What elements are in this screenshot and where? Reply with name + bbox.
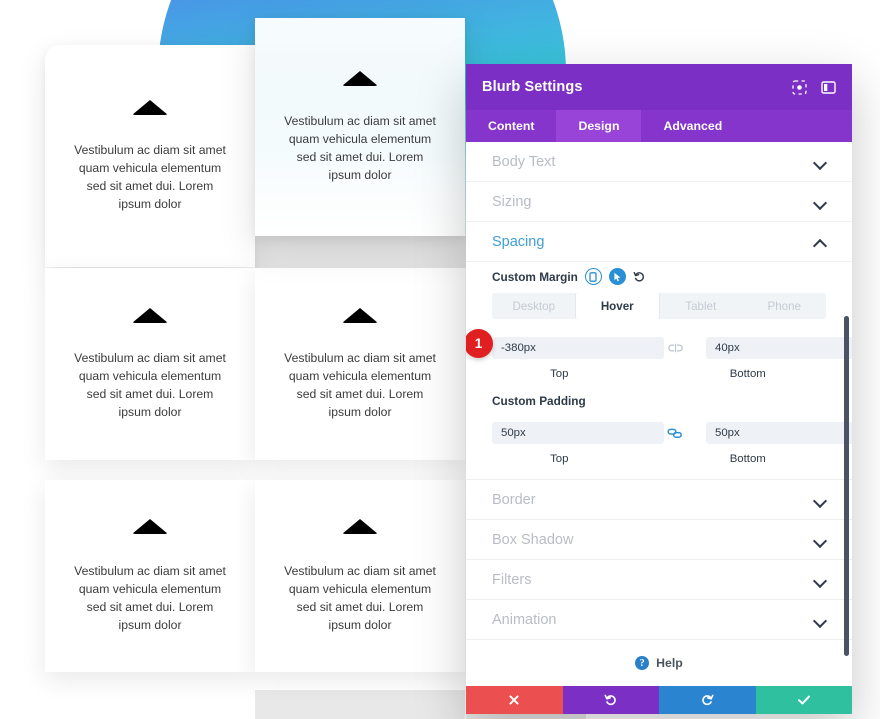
padding-top-input[interactable] xyxy=(492,422,664,444)
blurb-settings-modal: Blurb Settings Content Design Advanced B… xyxy=(466,64,852,714)
padding-bottom-input[interactable] xyxy=(706,422,852,444)
modal-footer xyxy=(466,686,852,714)
margin-bottom-label: Bottom xyxy=(729,368,766,380)
device-tab-tablet[interactable]: Tablet xyxy=(659,293,743,319)
triangle-up-icon xyxy=(132,518,168,534)
undo-icon xyxy=(604,694,616,706)
custom-margin-label: Custom Margin xyxy=(492,269,578,284)
section-label: Sizing xyxy=(492,193,532,210)
link-icon[interactable] xyxy=(664,428,686,439)
chevron-down-icon xyxy=(814,616,826,624)
redo-button[interactable] xyxy=(659,686,756,714)
backdrop-plate xyxy=(255,690,465,719)
blurb-card-text: Vestibulum ac diam sit amet quam vehicul… xyxy=(284,563,436,632)
responsive-device-icon[interactable] xyxy=(584,268,602,285)
tab-design[interactable]: Design xyxy=(556,110,642,142)
blurb-card-text: Vestibulum ac diam sit amet quam vehicul… xyxy=(284,350,436,419)
tab-advanced[interactable]: Advanced xyxy=(641,110,744,142)
cancel-button[interactable] xyxy=(466,686,563,714)
device-tab-phone[interactable]: Phone xyxy=(743,293,827,319)
custom-margin-fields: 1 -380px 40px Top Bottom xyxy=(466,329,852,380)
section-label: Animation xyxy=(492,611,557,628)
tab-content[interactable]: Content xyxy=(466,110,556,142)
custom-margin-header: Custom Margin xyxy=(492,262,826,293)
blurb-card[interactable]: Vestibulum ac diam sit amet quam vehicul… xyxy=(45,45,255,267)
modal-title-actions xyxy=(792,79,836,95)
section-label: Body Text xyxy=(492,153,556,170)
blurb-card[interactable]: Vestibulum ac diam sit amet quam vehicul… xyxy=(255,268,465,460)
step-badge-1: 1 xyxy=(466,329,493,358)
blurb-card-hovered[interactable]: Vestibulum ac diam sit amet quam vehicul… xyxy=(255,18,465,236)
section-box-shadow[interactable]: Box Shadow xyxy=(466,520,852,560)
margin-top-input[interactable] xyxy=(492,337,664,359)
section-label: Box Shadow xyxy=(492,531,574,548)
close-icon xyxy=(509,695,519,705)
device-tab-hover[interactable]: Hover xyxy=(575,293,659,319)
margin-bottom-input[interactable] xyxy=(706,337,852,359)
unlink-icon[interactable] xyxy=(664,343,686,353)
hover-cursor-icon[interactable] xyxy=(608,268,626,285)
modal-scrollbar-track[interactable] xyxy=(841,314,852,658)
device-tab-desktop[interactable]: Desktop xyxy=(492,293,576,319)
expand-icon[interactable] xyxy=(792,79,807,95)
chevron-down-icon xyxy=(814,198,826,206)
custom-padding-fields: Top Bottom xyxy=(492,418,852,465)
chevron-down-icon xyxy=(814,158,826,166)
chevron-down-icon xyxy=(814,536,826,544)
save-button[interactable] xyxy=(755,686,852,714)
chevron-up-icon xyxy=(814,238,826,246)
triangle-up-icon xyxy=(342,307,378,323)
chevron-down-icon xyxy=(814,496,826,504)
blurb-card-text: Vestibulum ac diam sit amet quam vehicul… xyxy=(74,563,226,632)
section-spacing[interactable]: Spacing xyxy=(466,222,852,262)
triangle-up-icon xyxy=(342,518,378,534)
section-label: Spacing xyxy=(492,233,545,250)
triangle-up-icon xyxy=(132,99,168,115)
blurb-card[interactable]: Vestibulum ac diam sit amet quam vehicul… xyxy=(255,480,465,672)
redo-icon xyxy=(702,694,714,706)
modal-title: Blurb Settings xyxy=(482,79,583,95)
padding-top-label: Top xyxy=(550,453,569,465)
padding-bottom-label: Bottom xyxy=(729,453,766,465)
check-icon xyxy=(797,695,810,705)
section-label: Border xyxy=(492,491,536,508)
blurb-card[interactable]: Vestibulum ac diam sit amet quam vehicul… xyxy=(45,268,255,460)
section-filters[interactable]: Filters xyxy=(466,560,852,600)
page-canvas: Vestibulum ac diam sit amet quam vehicul… xyxy=(0,0,880,719)
custom-padding-header: Custom Padding xyxy=(492,380,826,416)
triangle-up-icon xyxy=(132,307,168,323)
blurb-card-text: Vestibulum ac diam sit amet quam vehicul… xyxy=(74,350,226,419)
modal-scrollbar-thumb[interactable] xyxy=(844,316,849,656)
blurb-card[interactable]: Vestibulum ac diam sit amet quam vehicul… xyxy=(45,480,255,672)
margin-top-label: Top xyxy=(550,368,569,380)
blurb-card-text: Vestibulum ac diam sit amet quam vehicul… xyxy=(74,142,226,211)
section-border[interactable]: Border xyxy=(466,480,852,520)
device-segmented-control: Desktop Hover Tablet Phone xyxy=(492,293,826,319)
blurb-card-text: Vestibulum ac diam sit amet quam vehicul… xyxy=(284,113,436,182)
help-label: Help xyxy=(656,656,683,670)
section-sizing[interactable]: Sizing xyxy=(466,182,852,222)
reset-icon[interactable] xyxy=(633,270,646,283)
modal-body: Body Text Sizing Spacing Custom Margin D… xyxy=(466,142,852,686)
section-label: Filters xyxy=(492,571,532,588)
section-animation[interactable]: Animation xyxy=(466,600,852,640)
layout-panel-icon[interactable] xyxy=(821,80,836,95)
modal-titlebar: Blurb Settings xyxy=(466,64,852,110)
question-mark-icon: ? xyxy=(635,656,650,670)
help-row[interactable]: ? Help xyxy=(466,640,852,686)
spacing-section-content: Custom Margin Desktop Hover Tablet Phone… xyxy=(466,262,852,480)
triangle-up-icon xyxy=(342,70,378,86)
section-body-text[interactable]: Body Text xyxy=(466,142,852,182)
custom-padding-label: Custom Padding xyxy=(492,394,586,408)
undo-button[interactable] xyxy=(562,686,659,714)
modal-tab-bar: Content Design Advanced xyxy=(466,110,852,142)
chevron-down-icon xyxy=(814,576,826,584)
